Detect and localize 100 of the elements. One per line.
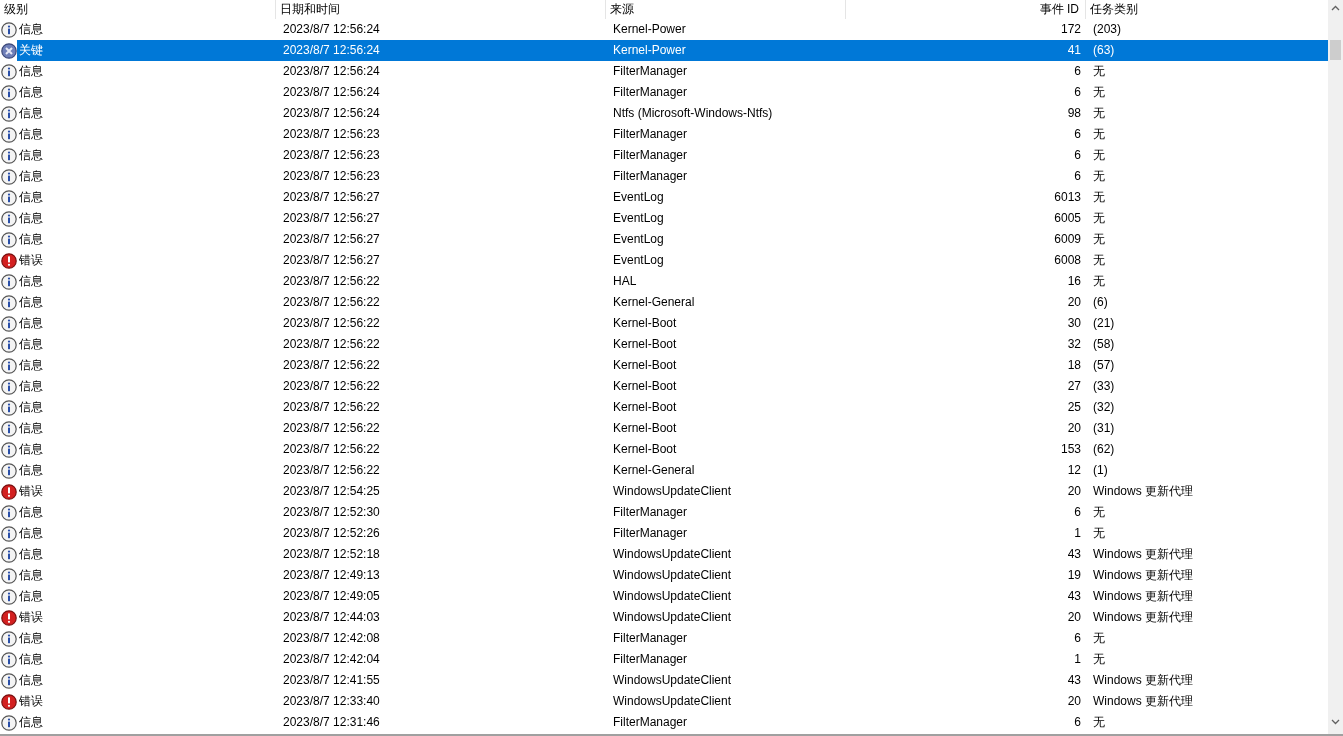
event-row[interactable]: 信息 2023/8/7 12:56:22 Kernel-Boot 27 (33) [0,376,1328,397]
task-category-cell-text: 无 [1092,630,1106,647]
level-text: 信息 [18,462,44,479]
event-row[interactable]: 信息 2023/8/7 12:56:22 Kernel-General 12 (1) [0,460,1328,481]
source-cell-text: WindowsUpdateClient [612,483,733,500]
level-text: 信息 [18,63,44,80]
info-icon [1,336,17,353]
task-category-cell-text: 无 [1092,273,1106,290]
event-row[interactable]: 信息 2023/8/7 12:56:24 Ntfs (Microsoft-Windows-Ntfs) 98 无 [0,103,1328,124]
event-row[interactable]: 信息 2023/8/7 12:56:22 Kernel-Boot 18 (57) [0,355,1328,376]
source-cell-text: Ntfs (Microsoft-Windows-Ntfs) [612,105,774,122]
date-cell-text: 2023/8/7 12:33:40 [282,693,381,710]
info-icon [1,651,17,668]
event-id-cell-text: 43 [1066,588,1082,605]
task-category-cell-text: (32) [1092,399,1116,416]
column-header[interactable]: 事件 ID [846,0,1086,19]
task-category-cell-text: Windows 更新代理 [1092,672,1194,689]
event-row[interactable]: 信息 2023/8/7 12:52:30 FilterManager 6 无 [0,502,1328,523]
level-text: 信息 [18,357,44,374]
source-cell-text: WindowsUpdateClient [612,693,733,710]
event-id-cell-text: 20 [1066,693,1082,710]
task-category-cell-text: 无 [1092,252,1106,269]
event-row[interactable]: 信息 2023/8/7 12:56:23 FilterManager 6 无 [0,124,1328,145]
event-row[interactable]: 信息 2023/8/7 12:49:05 WindowsUpdateClient 43 Windows 更新代理 [0,586,1328,607]
event-row[interactable]: 信息 2023/8/7 12:56:24 FilterManager 6 无 [0,61,1328,82]
event-id-cell-text: 6013 [1053,189,1082,206]
event-row[interactable]: 错误 2023/8/7 12:54:25 WindowsUpdateClient 20 Windows 更新代理 [0,481,1328,502]
event-row[interactable]: 信息 2023/8/7 12:31:46 FilterManager 6 无 [0,712,1328,733]
source-cell-text: EventLog [612,252,665,269]
task-category-cell-text: 无 [1092,126,1106,143]
date-cell-text: 2023/8/7 12:49:05 [282,588,381,605]
event-id-cell-text: 20 [1066,609,1082,626]
event-row[interactable]: 信息 2023/8/7 12:56:24 FilterManager 6 无 [0,82,1328,103]
source-cell-text: Kernel-General [612,462,696,479]
event-row[interactable]: 信息 2023/8/7 12:56:23 FilterManager 6 无 [0,166,1328,187]
info-icon [1,525,17,542]
event-row[interactable]: 信息 2023/8/7 12:56:27 EventLog 6013 无 [0,187,1328,208]
info-icon [1,315,17,332]
event-row[interactable]: 错误 2023/8/7 12:56:27 EventLog 6008 无 [0,250,1328,271]
date-cell-text: 2023/8/7 12:42:04 [282,651,381,668]
event-row[interactable]: 信息 2023/8/7 12:56:22 HAL 16 无 [0,271,1328,292]
task-category-cell-text: (1) [1092,462,1109,479]
source-cell-text: WindowsUpdateClient [612,609,733,626]
task-category-cell-text: (62) [1092,441,1116,458]
column-header[interactable]: 级别 [0,0,276,19]
event-row[interactable]: 信息 2023/8/7 12:56:22 Kernel-General 20 (6) [0,292,1328,313]
date-cell-text: 2023/8/7 12:42:08 [282,630,381,647]
event-row[interactable]: 信息 2023/8/7 12:42:04 FilterManager 1 无 [0,649,1328,670]
level-text: 错误 [18,252,44,269]
date-cell-text: 2023/8/7 12:56:22 [282,378,381,395]
info-icon [1,672,17,689]
event-row[interactable]: 信息 2023/8/7 12:52:18 WindowsUpdateClient 43 Windows 更新代理 [0,544,1328,565]
info-icon [1,273,17,290]
column-header[interactable]: 任务类别 [1086,0,1328,19]
column-header[interactable]: 日期和时间 [276,0,606,19]
event-row[interactable]: 信息 2023/8/7 12:49:13 WindowsUpdateClient 19 Windows 更新代理 [0,565,1328,586]
info-icon [1,84,17,101]
event-row[interactable]: 错误 2023/8/7 12:33:40 WindowsUpdateClient 20 Windows 更新代理 [0,691,1328,712]
error-icon [1,693,17,710]
event-row[interactable]: 信息 2023/8/7 12:56:22 Kernel-Boot 32 (58) [0,334,1328,355]
event-row[interactable]: 信息 2023/8/7 12:56:22 Kernel-Boot 20 (31) [0,418,1328,439]
column-header[interactable]: 来源 [606,0,846,19]
level-text: 信息 [18,525,44,542]
task-category-cell-text: 无 [1092,168,1106,185]
info-icon [1,63,17,80]
info-icon [1,714,17,731]
info-icon [1,588,17,605]
level-text: 信息 [18,399,44,416]
event-row[interactable]: 信息 2023/8/7 12:52:26 FilterManager 1 无 [0,523,1328,544]
event-row[interactable]: 信息 2023/8/7 12:56:22 Kernel-Boot 30 (21) [0,313,1328,334]
event-id-cell-text: 19 [1066,567,1082,584]
source-cell-text: Kernel-General [612,294,696,311]
level-text: 信息 [18,189,44,206]
task-category-cell-text: (58) [1092,336,1116,353]
info-icon [1,357,17,374]
event-row[interactable]: 信息 2023/8/7 12:42:08 FilterManager 6 无 [0,628,1328,649]
event-row[interactable]: 信息 2023/8/7 12:56:27 EventLog 6009 无 [0,229,1328,250]
date-cell-text: 2023/8/7 12:56:24 [282,105,381,122]
event-row[interactable]: 信息 2023/8/7 12:56:24 Kernel-Power 172 (203) [0,19,1328,40]
task-category-cell-text: Windows 更新代理 [1092,693,1194,710]
source-cell-text: WindowsUpdateClient [612,567,733,584]
task-category-cell-text: 无 [1092,231,1106,248]
source-cell-text: Kernel-Power [612,21,687,38]
task-category-cell-text: 无 [1092,84,1106,101]
event-row[interactable]: 错误 2023/8/7 12:44:03 WindowsUpdateClient 20 Windows 更新代理 [0,607,1328,628]
level-text: 信息 [18,588,44,605]
task-category-cell-text: (203) [1092,21,1122,38]
event-row[interactable]: 信息 2023/8/7 12:56:23 FilterManager 6 无 [0,145,1328,166]
date-cell-text: 2023/8/7 12:56:27 [282,189,381,206]
info-icon [1,630,17,647]
level-text: 信息 [18,672,44,689]
event-row[interactable]: 信息 2023/8/7 12:56:22 Kernel-Boot 153 (62) [0,439,1328,460]
info-icon [1,420,17,437]
event-row[interactable]: 信息 2023/8/7 12:56:22 Kernel-Boot 25 (32) [0,397,1328,418]
event-row[interactable]: 信息 2023/8/7 12:41:55 WindowsUpdateClient 43 Windows 更新代理 [0,670,1328,691]
event-row[interactable]: 信息 2023/8/7 12:56:27 EventLog 6005 无 [0,208,1328,229]
date-cell-text: 2023/8/7 12:44:03 [282,609,381,626]
level-text: 信息 [18,210,44,227]
info-icon [1,378,17,395]
selected-event-row[interactable]: 关键 2023/8/7 12:56:24 Kernel-Power 41 (63) [0,40,1328,61]
